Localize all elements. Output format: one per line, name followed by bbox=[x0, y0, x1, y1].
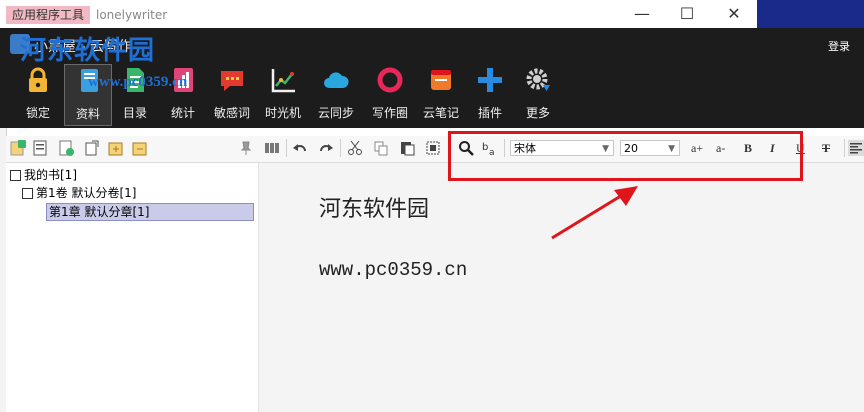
tree-node-label: 第1章 默认分章[1] bbox=[49, 205, 150, 219]
tree-node-book[interactable]: 我的书[1] bbox=[10, 167, 77, 183]
select-all-icon[interactable] bbox=[425, 140, 441, 156]
export-icon[interactable] bbox=[132, 140, 148, 156]
add-volume-icon[interactable] bbox=[10, 140, 26, 156]
add-document-icon[interactable] bbox=[32, 140, 48, 156]
cloud-icon bbox=[324, 72, 349, 88]
tab-lonelywriter[interactable]: lonelywriter bbox=[90, 6, 173, 24]
ribbon-cloud-notes-button[interactable]: 云笔记 bbox=[417, 64, 465, 126]
undo-icon[interactable] bbox=[292, 140, 308, 156]
tree-checkbox[interactable] bbox=[10, 170, 21, 181]
maximize-icon[interactable]: ☐ bbox=[667, 2, 707, 26]
ribbon-more-button[interactable]: 更多 bbox=[514, 64, 562, 126]
gear-icon bbox=[526, 68, 550, 91]
minimize-icon[interactable]: — bbox=[622, 2, 662, 26]
ring-icon bbox=[377, 67, 403, 93]
annotation-highlight-box bbox=[448, 131, 803, 181]
toolbar-separator bbox=[844, 139, 845, 157]
ribbon-lock-button[interactable]: 锁定 bbox=[14, 64, 62, 126]
app-header: 小黑屋 - 云写作 登录 锁定 资料 目录 统计 敏感词 时光机 云同步 写作圈… bbox=[0, 28, 864, 128]
toolbar-separator bbox=[340, 139, 341, 157]
align-left-icon[interactable] bbox=[848, 140, 864, 156]
move-icon[interactable] bbox=[84, 140, 100, 156]
plus-icon bbox=[478, 68, 502, 92]
ribbon-label: 云同步 bbox=[317, 106, 354, 120]
paste-icon[interactable] bbox=[399, 140, 415, 156]
ribbon-cloud-sync-button[interactable]: 云同步 bbox=[312, 64, 360, 126]
tab-app-tools[interactable]: 应用程序工具 bbox=[6, 6, 91, 24]
ribbon-label: 更多 bbox=[525, 106, 550, 120]
cut-icon[interactable] bbox=[347, 140, 363, 156]
editor-text-line: 河东软件园 bbox=[319, 197, 430, 222]
pin-icon[interactable] bbox=[238, 140, 254, 156]
tree-checkbox[interactable] bbox=[22, 188, 33, 199]
login-button[interactable]: 登录 bbox=[828, 38, 850, 54]
ribbon-time-machine-button[interactable]: 时光机 bbox=[259, 64, 307, 126]
strikethrough-button[interactable]: T bbox=[822, 141, 830, 156]
window-titlebar: 应用程序工具 lonelywriter — ☐ ✕ bbox=[0, 0, 757, 29]
ribbon-plugins-button[interactable]: 插件 bbox=[466, 64, 514, 126]
editor-text-line: www.pc0359.cn bbox=[319, 259, 468, 281]
chat-warning-icon bbox=[221, 71, 243, 91]
book-tree: 我的书[1] 第1卷 默认分卷[1] 第1章 默认分章[1] bbox=[6, 163, 259, 412]
redo-icon[interactable] bbox=[318, 140, 334, 156]
close-icon[interactable]: ✕ bbox=[714, 2, 754, 26]
columns-icon[interactable] bbox=[264, 140, 280, 156]
timeline-chart-icon bbox=[271, 69, 295, 93]
import-icon[interactable] bbox=[108, 140, 124, 156]
lock-icon bbox=[29, 67, 47, 92]
tree-node-label: 我的书[1] bbox=[24, 168, 77, 182]
tree-node-chapter[interactable]: 第1章 默认分章[1] bbox=[46, 203, 254, 221]
tree-node-volume[interactable]: 第1卷 默认分卷[1] bbox=[22, 185, 136, 201]
ribbon-writing-circle-button[interactable]: 写作圈 bbox=[366, 64, 414, 126]
copy-icon[interactable] bbox=[373, 140, 389, 156]
watermark-url: www.pc0359.cn bbox=[88, 74, 188, 90]
toolbar-separator bbox=[286, 139, 287, 157]
tree-node-label: 第1卷 默认分卷[1] bbox=[36, 186, 137, 200]
ribbon-sensitive-words-button[interactable]: 敏感词 bbox=[208, 64, 256, 126]
watermark-name: 河东软件园 bbox=[20, 35, 156, 65]
notebook-icon bbox=[431, 70, 451, 90]
annotation-arrow-icon bbox=[551, 186, 638, 240]
background-window-edge bbox=[757, 0, 864, 28]
new-chapter-icon[interactable] bbox=[58, 140, 74, 156]
ribbon-label: 时光机 bbox=[264, 106, 301, 120]
